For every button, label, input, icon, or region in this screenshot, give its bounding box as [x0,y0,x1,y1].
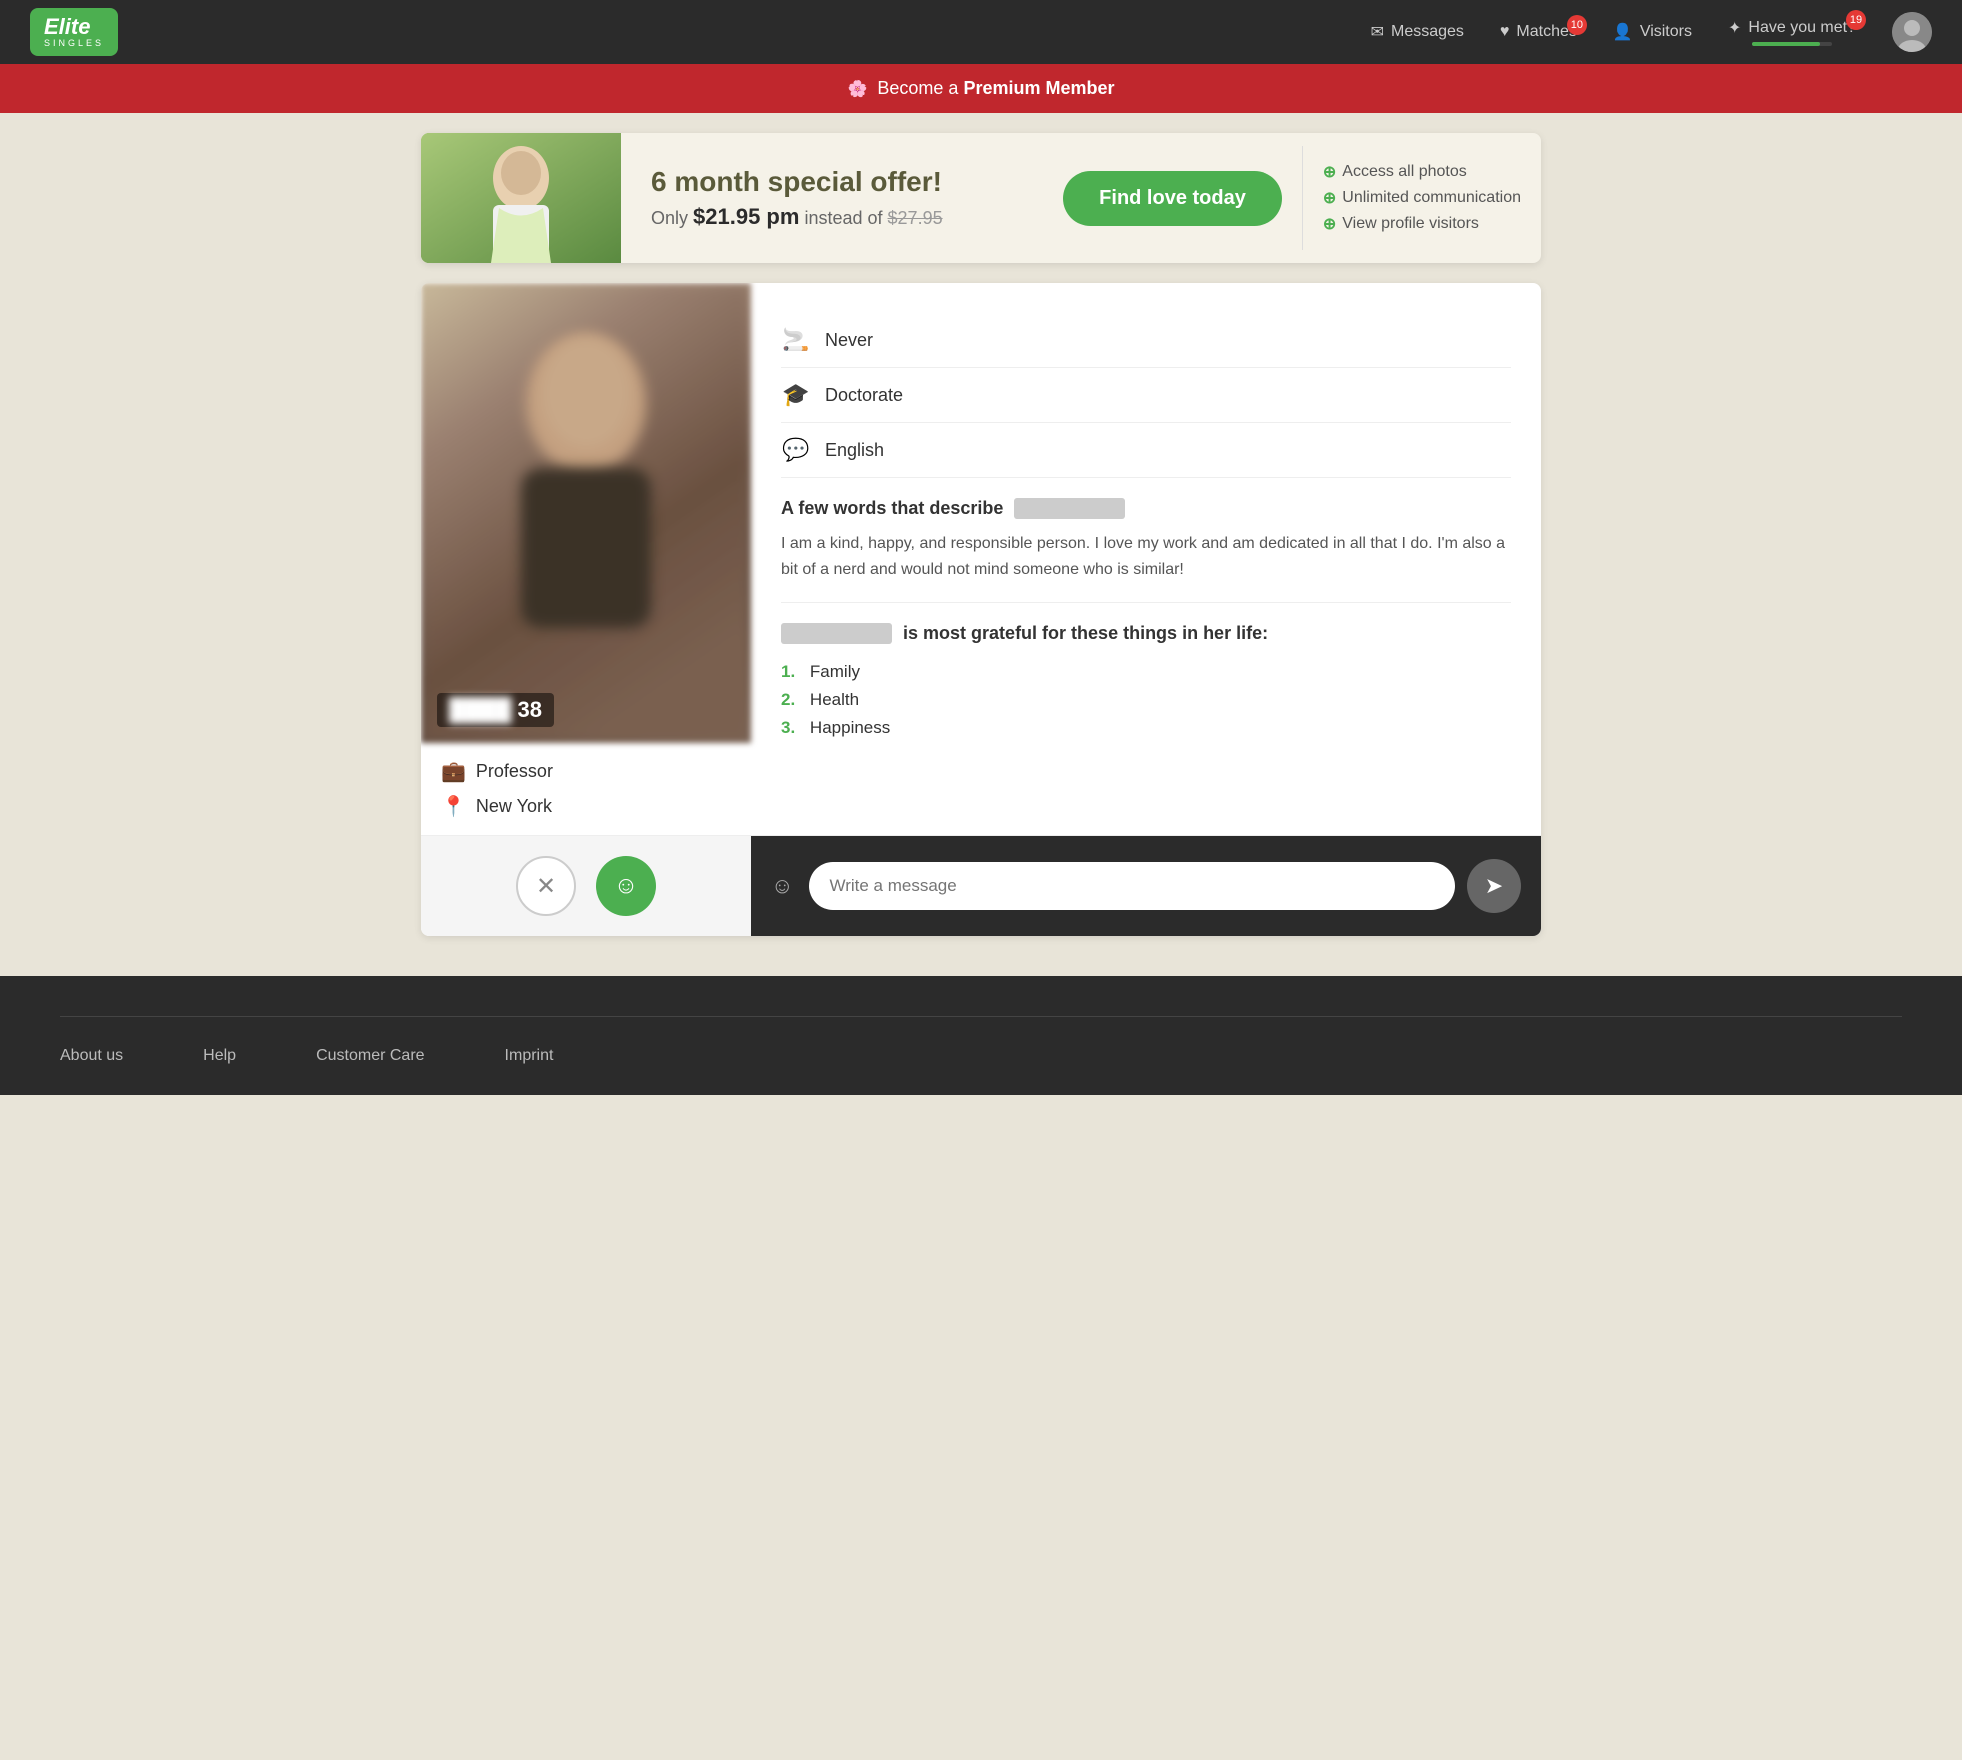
footer-divider [60,1016,1902,1017]
promo-price: Only $21.95 pm instead of $27.95 [651,204,1013,230]
visitors-icon: 👤 [1613,22,1633,42]
promo-features: ⊕ Access all photos ⊕ Unlimited communic… [1302,146,1541,250]
profile-info-col: 🚬 Never 🎓 Doctorate 💬 English A few word… [751,283,1541,835]
action-col: ✕ ☺ [421,836,751,936]
profile-card: ████ 38 💼 Professor 📍 New York [421,283,1541,936]
nav-matches[interactable]: ♥ Matches 10 [1500,23,1577,41]
footer-customer-care[interactable]: Customer Care [316,1047,424,1065]
attribute-language: 💬 English [781,423,1511,478]
profile-photo-col: ████ 38 [421,283,751,743]
language-label: English [825,440,884,461]
header: Elite SINGLES ✉ Messages ♥ Matches 10 👤 … [0,0,1962,64]
promo-content: 6 month special offer! Only $21.95 pm in… [621,146,1043,250]
message-col: ☺ ➤ [751,836,1541,936]
nav-messages-label: Messages [1391,23,1464,41]
promo-feature-1: ⊕ Access all photos [1323,162,1521,182]
promo-feature-2: ⊕ Unlimited communication [1323,188,1521,208]
grateful-item-3: 3. Happiness [781,714,1511,742]
grateful-item-1: 1. Family [781,658,1511,686]
occupation-label: Professor [476,761,553,782]
grateful-heading: ████ is most grateful for these things i… [781,623,1511,644]
footer: About us Help Customer Care Imprint [0,976,1962,1095]
smoking-label: Never [825,330,873,351]
nav-visitors-label: Visitors [1640,23,1692,41]
plus-icon-3: ⊕ [1323,214,1336,234]
plus-icon-2: ⊕ [1323,188,1336,208]
dislike-button[interactable]: ✕ [516,856,576,916]
location-label: New York [476,796,552,817]
send-icon: ➤ [1485,873,1503,899]
footer-imprint[interactable]: Imprint [505,1047,554,1065]
footer-about[interactable]: About us [60,1047,123,1065]
profile-bottom: ✕ ☺ ☺ ➤ [421,835,1541,936]
profile-left-section: ████ 38 💼 Professor 📍 New York [421,283,751,835]
occupation-item: 💼 Professor [441,759,731,784]
profile-description: A few words that describe ████ I am a ki… [781,478,1511,603]
like-button[interactable]: ☺ [596,856,656,916]
attribute-smoking: 🚬 Never [781,313,1511,368]
logo-name: Elite [44,16,104,38]
profile-meta: 💼 Professor 📍 New York [421,743,751,835]
nav-have-you-met[interactable]: ✦ Have you met? 19 [1728,18,1856,46]
plus-icon-1: ⊕ [1323,162,1336,182]
matches-icon: ♥ [1500,23,1510,41]
nav-messages[interactable]: ✉ Messages [1371,22,1464,42]
name-blur-1: ████ [1014,498,1125,519]
location-icon: 📍 [441,794,466,819]
nav-visitors[interactable]: 👤 Visitors [1613,22,1692,42]
main-content: 6 month special offer! Only $21.95 pm in… [411,133,1551,936]
name-blur-2: ████ [781,623,892,644]
describe-heading: A few words that describe ████ [781,498,1511,519]
education-icon: 🎓 [781,382,811,408]
premium-icon: 🌸 [847,79,867,99]
logo[interactable]: Elite SINGLES [30,8,118,56]
education-label: Doctorate [825,385,903,406]
age-blurred: ████ [449,697,511,723]
attribute-education: 🎓 Doctorate [781,368,1511,423]
promo-image [421,133,621,263]
grateful-item-2: 2. Health [781,686,1511,714]
grateful-section: ████ is most grateful for these things i… [781,603,1511,762]
describe-text: I am a kind, happy, and responsible pers… [781,531,1511,582]
progress-bar [1752,42,1832,46]
premium-text: Become a Premium Member [877,78,1114,99]
matches-badge: 10 [1567,15,1587,35]
promo-cta-button[interactable]: Find love today [1063,171,1282,226]
profile-top: ████ 38 💼 Professor 📍 New York [421,283,1541,835]
have-you-met-badge: 19 [1846,10,1866,30]
messages-icon: ✉ [1371,22,1384,42]
promo-banner: 6 month special offer! Only $21.95 pm in… [421,133,1541,263]
progress-fill [1752,42,1820,46]
location-item: 📍 New York [441,794,731,819]
smoking-icon: 🚬 [781,327,811,353]
promo-feature-3: ⊕ View profile visitors [1323,214,1521,234]
language-icon: 💬 [781,437,811,463]
message-input[interactable] [809,862,1455,910]
age-badge: ████ 38 [437,693,554,727]
send-button[interactable]: ➤ [1467,859,1521,913]
footer-links: About us Help Customer Care Imprint [60,1047,1902,1065]
profile-photo [421,283,751,743]
briefcase-icon: 💼 [441,759,466,784]
nav-have-you-met-label: Have you met? [1748,19,1856,37]
logo-sub: SINGLES [44,38,104,48]
nav: ✉ Messages ♥ Matches 10 👤 Visitors ✦ Hav… [1371,12,1932,52]
promo-title: 6 month special offer! [651,166,1013,198]
avatar[interactable] [1892,12,1932,52]
have-you-met-icon: ✦ [1728,18,1741,38]
footer-help[interactable]: Help [203,1047,236,1065]
profile-age: 38 [517,697,541,722]
premium-bar[interactable]: 🌸 Become a Premium Member [0,64,1962,113]
grateful-list: 1. Family 2. Health 3. Happiness [781,658,1511,742]
message-emoji-icon: ☺ [771,873,793,899]
